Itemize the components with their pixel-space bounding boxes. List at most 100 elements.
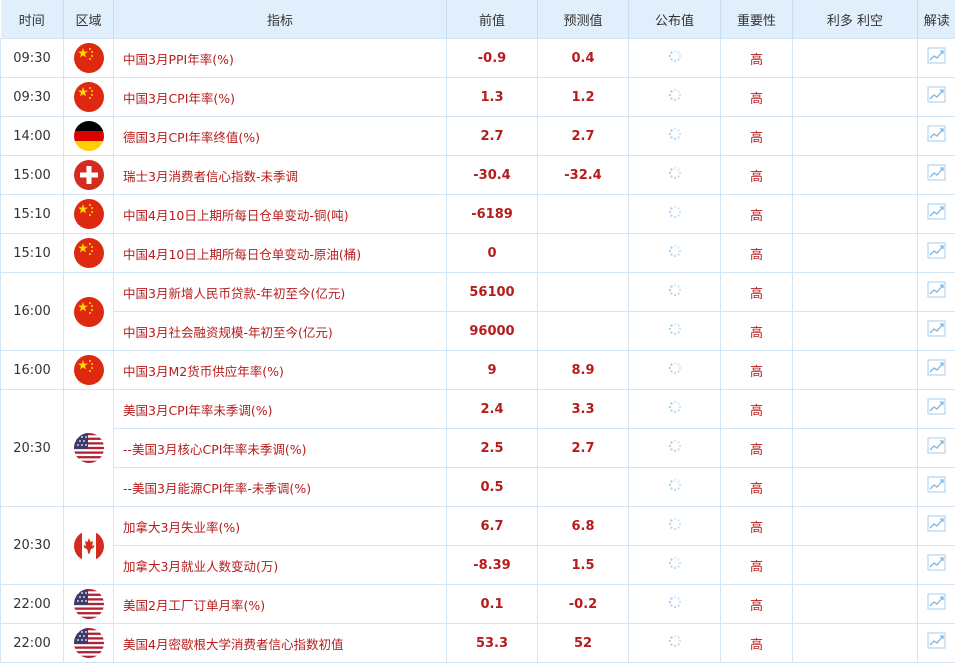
- table-row: 22:00美国4月密歇根大学消费者信心指数初值53.352高: [1, 624, 955, 663]
- forecast-value: [538, 195, 629, 234]
- loading-spinner-icon: [668, 88, 682, 102]
- col-actual: 公布值: [629, 0, 721, 39]
- previous-value: -0.9: [447, 39, 538, 78]
- chart-analysis-icon[interactable]: [927, 593, 947, 611]
- indicator-link[interactable]: 中国3月社会融资规模-年初至今(亿元): [114, 312, 447, 351]
- chart-analysis-icon[interactable]: [927, 281, 947, 299]
- chart-analysis-icon[interactable]: [927, 203, 947, 221]
- col-indicator: 指标: [114, 0, 447, 39]
- table-row: 加拿大3月就业人数变动(万)-8.391.5高: [1, 546, 955, 585]
- indicator-link[interactable]: 中国4月10日上期所每日仓单变动-原油(桶): [114, 234, 447, 273]
- indicator-link[interactable]: 中国4月10日上期所每日仓单变动-铜(吨): [114, 195, 447, 234]
- interpret-cell[interactable]: [918, 585, 955, 624]
- china-flag-icon: [74, 199, 104, 229]
- col-effect: 利多 利空: [793, 0, 918, 39]
- chart-analysis-icon[interactable]: [927, 125, 947, 143]
- indicator-link[interactable]: 中国3月新增人民币贷款-年初至今(亿元): [114, 273, 447, 312]
- chart-analysis-icon[interactable]: [927, 632, 947, 650]
- actual-value: [629, 195, 721, 234]
- interpret-cell[interactable]: [918, 390, 955, 429]
- loading-spinner-icon: [668, 49, 682, 63]
- time-cell: 22:00: [1, 624, 64, 663]
- time-cell: 20:30: [1, 390, 64, 507]
- china-flag-icon: [74, 43, 104, 73]
- effect-cell: [793, 585, 918, 624]
- time-cell: 14:00: [1, 117, 64, 156]
- indicator-link[interactable]: 美国2月工厂订单月率(%): [114, 585, 447, 624]
- chart-analysis-icon[interactable]: [927, 86, 947, 104]
- importance-badge: 高: [721, 585, 793, 624]
- interpret-cell[interactable]: [918, 156, 955, 195]
- importance-badge: 高: [721, 390, 793, 429]
- time-cell: 15:00: [1, 156, 64, 195]
- indicator-link[interactable]: 中国3月CPI年率(%): [114, 78, 447, 117]
- interpret-cell[interactable]: [918, 234, 955, 273]
- interpret-cell[interactable]: [918, 195, 955, 234]
- indicator-link[interactable]: 加拿大3月就业人数变动(万): [114, 546, 447, 585]
- indicator-link[interactable]: 美国4月密歇根大学消费者信心指数初值: [114, 624, 447, 663]
- importance-badge: 高: [721, 624, 793, 663]
- region-cell: [64, 195, 114, 234]
- indicator-link[interactable]: --美国3月能源CPI年率-未季调(%): [114, 468, 447, 507]
- importance-badge: 高: [721, 234, 793, 273]
- interpret-cell[interactable]: [918, 273, 955, 312]
- actual-value: [629, 585, 721, 624]
- previous-value: 2.5: [447, 429, 538, 468]
- loading-spinner-icon: [668, 322, 682, 336]
- chart-analysis-icon[interactable]: [927, 47, 947, 65]
- effect-cell: [793, 195, 918, 234]
- interpret-cell[interactable]: [918, 429, 955, 468]
- chart-analysis-icon[interactable]: [927, 398, 947, 416]
- indicator-link[interactable]: 美国3月CPI年率未季调(%): [114, 390, 447, 429]
- indicator-link[interactable]: --美国3月核心CPI年率未季调(%): [114, 429, 447, 468]
- previous-value: 1.3: [447, 78, 538, 117]
- chart-analysis-icon[interactable]: [927, 359, 947, 377]
- chart-analysis-icon[interactable]: [927, 437, 947, 455]
- loading-spinner-icon: [668, 400, 682, 414]
- importance-badge: 高: [721, 468, 793, 507]
- canada-flag-icon: [74, 531, 104, 561]
- table-row: 20:30美国3月CPI年率未季调(%)2.43.3高: [1, 390, 955, 429]
- chart-analysis-icon[interactable]: [927, 515, 947, 533]
- table-row: 15:10中国4月10日上期所每日仓单变动-原油(桶)0高: [1, 234, 955, 273]
- importance-badge: 高: [721, 156, 793, 195]
- indicator-link[interactable]: 加拿大3月失业率(%): [114, 507, 447, 546]
- loading-spinner-icon: [668, 361, 682, 375]
- interpret-cell[interactable]: [918, 468, 955, 507]
- chart-analysis-icon[interactable]: [927, 476, 947, 494]
- table-row: 09:30中国3月CPI年率(%)1.31.2高: [1, 78, 955, 117]
- indicator-link[interactable]: 德国3月CPI年率终值(%): [114, 117, 447, 156]
- forecast-value: 6.8: [538, 507, 629, 546]
- interpret-cell[interactable]: [918, 507, 955, 546]
- indicator-link[interactable]: 瑞士3月消费者信心指数-未季调: [114, 156, 447, 195]
- effect-cell: [793, 39, 918, 78]
- chart-analysis-icon[interactable]: [927, 164, 947, 182]
- chart-analysis-icon[interactable]: [927, 554, 947, 572]
- chart-analysis-icon[interactable]: [927, 242, 947, 260]
- china-flag-icon: [74, 82, 104, 112]
- actual-value: [629, 273, 721, 312]
- actual-value: [629, 429, 721, 468]
- region-cell: [64, 624, 114, 663]
- interpret-cell[interactable]: [918, 624, 955, 663]
- indicator-link[interactable]: 中国3月PPI年率(%): [114, 39, 447, 78]
- table-row: 15:10中国4月10日上期所每日仓单变动-铜(吨)-6189高: [1, 195, 955, 234]
- time-cell: 09:30: [1, 39, 64, 78]
- previous-value: 0.1: [447, 585, 538, 624]
- indicator-link[interactable]: 中国3月M2货币供应年率(%): [114, 351, 447, 390]
- chart-analysis-icon[interactable]: [927, 320, 947, 338]
- region-cell: [64, 273, 114, 351]
- table-row: 16:00中国3月M2货币供应年率(%)98.9高: [1, 351, 955, 390]
- interpret-cell[interactable]: [918, 39, 955, 78]
- forecast-value: [538, 234, 629, 273]
- previous-value: 53.3: [447, 624, 538, 663]
- region-cell: [64, 156, 114, 195]
- effect-cell: [793, 234, 918, 273]
- interpret-cell[interactable]: [918, 312, 955, 351]
- interpret-cell[interactable]: [918, 351, 955, 390]
- interpret-cell[interactable]: [918, 78, 955, 117]
- interpret-cell[interactable]: [918, 546, 955, 585]
- interpret-cell[interactable]: [918, 117, 955, 156]
- loading-spinner-icon: [668, 634, 682, 648]
- loading-spinner-icon: [668, 595, 682, 609]
